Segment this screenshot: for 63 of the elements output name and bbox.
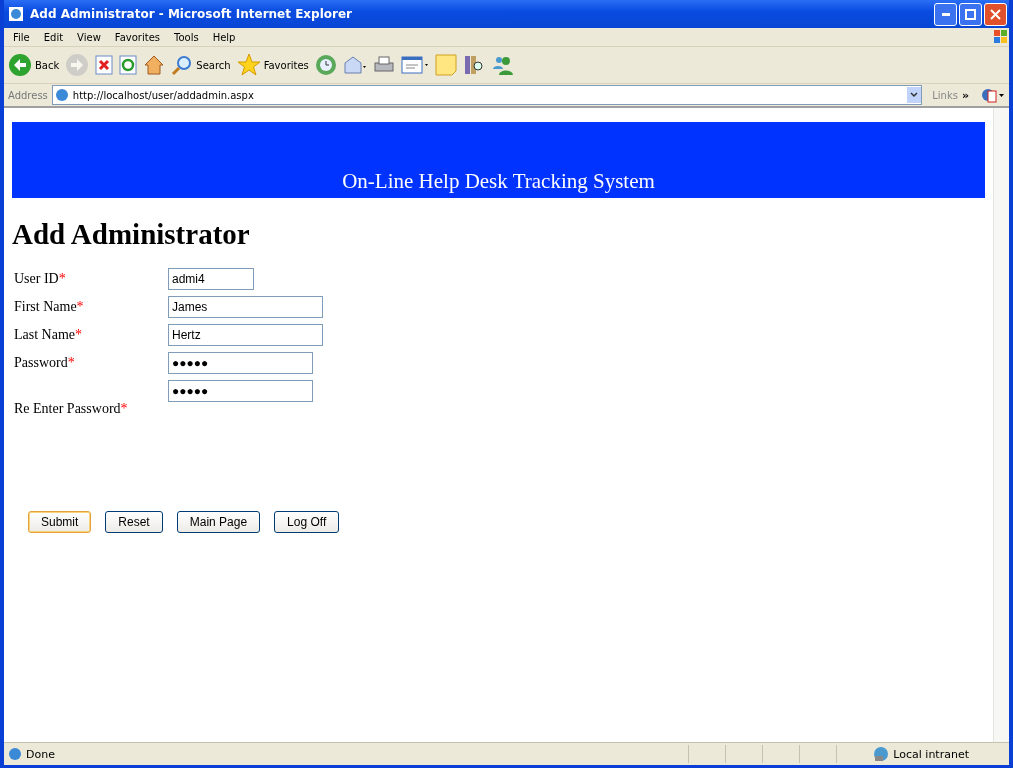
refresh-icon: [119, 55, 138, 75]
address-field[interactable]: http://localhost/user/addadmin.aspx: [51, 85, 923, 105]
close-icon: [990, 8, 1001, 20]
browser-icon: [8, 6, 24, 22]
menu-item[interactable]: Tools: [167, 31, 206, 43]
field-label: User ID*: [14, 271, 67, 287]
menu-item[interactable]: Edit: [36, 31, 71, 43]
field-label: First Name*: [14, 299, 85, 315]
form-button[interactable]: Main Page: [176, 511, 261, 533]
page-heading: Add Administrator: [12, 218, 251, 251]
maximize-button[interactable]: [959, 2, 982, 26]
home-button[interactable]: [143, 54, 166, 76]
search-button[interactable]: Search: [171, 54, 231, 76]
zone-text: Local intranet: [893, 747, 969, 761]
menu-item[interactable]: Favorites: [107, 31, 167, 43]
books-magnifier-icon: [462, 54, 485, 76]
messenger-button[interactable]: [490, 54, 515, 76]
links-label: Links: [932, 89, 958, 101]
printer-icon: [372, 55, 395, 75]
stop-icon: [95, 55, 114, 75]
home-icon: [143, 54, 166, 76]
chevron-button[interactable]: »: [961, 88, 969, 102]
note-icon: [434, 54, 457, 76]
caret-icon: [910, 92, 919, 98]
print-button[interactable]: [372, 55, 395, 75]
refresh-button[interactable]: [119, 55, 138, 75]
back-button[interactable]: Back: [8, 53, 60, 77]
maximize-icon: [965, 8, 976, 20]
network-globe-icon: [873, 746, 890, 762]
field-label: Password*: [14, 355, 76, 371]
status-text: Done: [26, 747, 56, 761]
edit-button[interactable]: [400, 55, 429, 75]
field-label: Last Name*: [14, 327, 84, 343]
minimize-icon: [941, 12, 950, 16]
input-field[interactable]: ●●●●●: [168, 380, 313, 402]
dropdown-button[interactable]: [907, 87, 922, 103]
form-button[interactable]: Submit: [28, 511, 92, 533]
menu-item[interactable]: View: [70, 31, 108, 43]
history-clock-icon: [314, 54, 337, 76]
favorites-button[interactable]: Favorites: [236, 53, 309, 77]
field-label: Re Enter Password*: [14, 401, 129, 417]
banner-title: On-Line Help Desk Tracking System: [342, 169, 655, 194]
star-icon: [236, 53, 261, 77]
stop-button[interactable]: [95, 55, 114, 75]
research-button[interactable]: [462, 54, 485, 76]
close-button[interactable]: [984, 2, 1007, 26]
menu-item[interactable]: File: [6, 31, 37, 43]
search-icon: [171, 54, 194, 76]
input-field[interactable]: Hertz: [168, 324, 323, 346]
input-field[interactable]: James: [168, 296, 323, 318]
history-button[interactable]: [314, 54, 337, 76]
minimize-button[interactable]: [934, 2, 957, 26]
menu-item[interactable]: Help: [205, 31, 243, 43]
address-label: Address: [8, 89, 48, 101]
windows-logo-icon: [993, 29, 1009, 45]
input-field[interactable]: admi4: [168, 268, 254, 290]
edit-page-icon: [400, 55, 429, 75]
form-button[interactable]: Log Off: [274, 511, 340, 533]
people-icon: [490, 54, 515, 76]
scrollbar[interactable]: [993, 108, 1009, 742]
input-field[interactable]: ●●●●●: [168, 352, 313, 374]
window-title: Add Administrator - Microsoft Internet Explorer: [30, 7, 354, 21]
form-button[interactable]: Reset: [105, 511, 163, 533]
